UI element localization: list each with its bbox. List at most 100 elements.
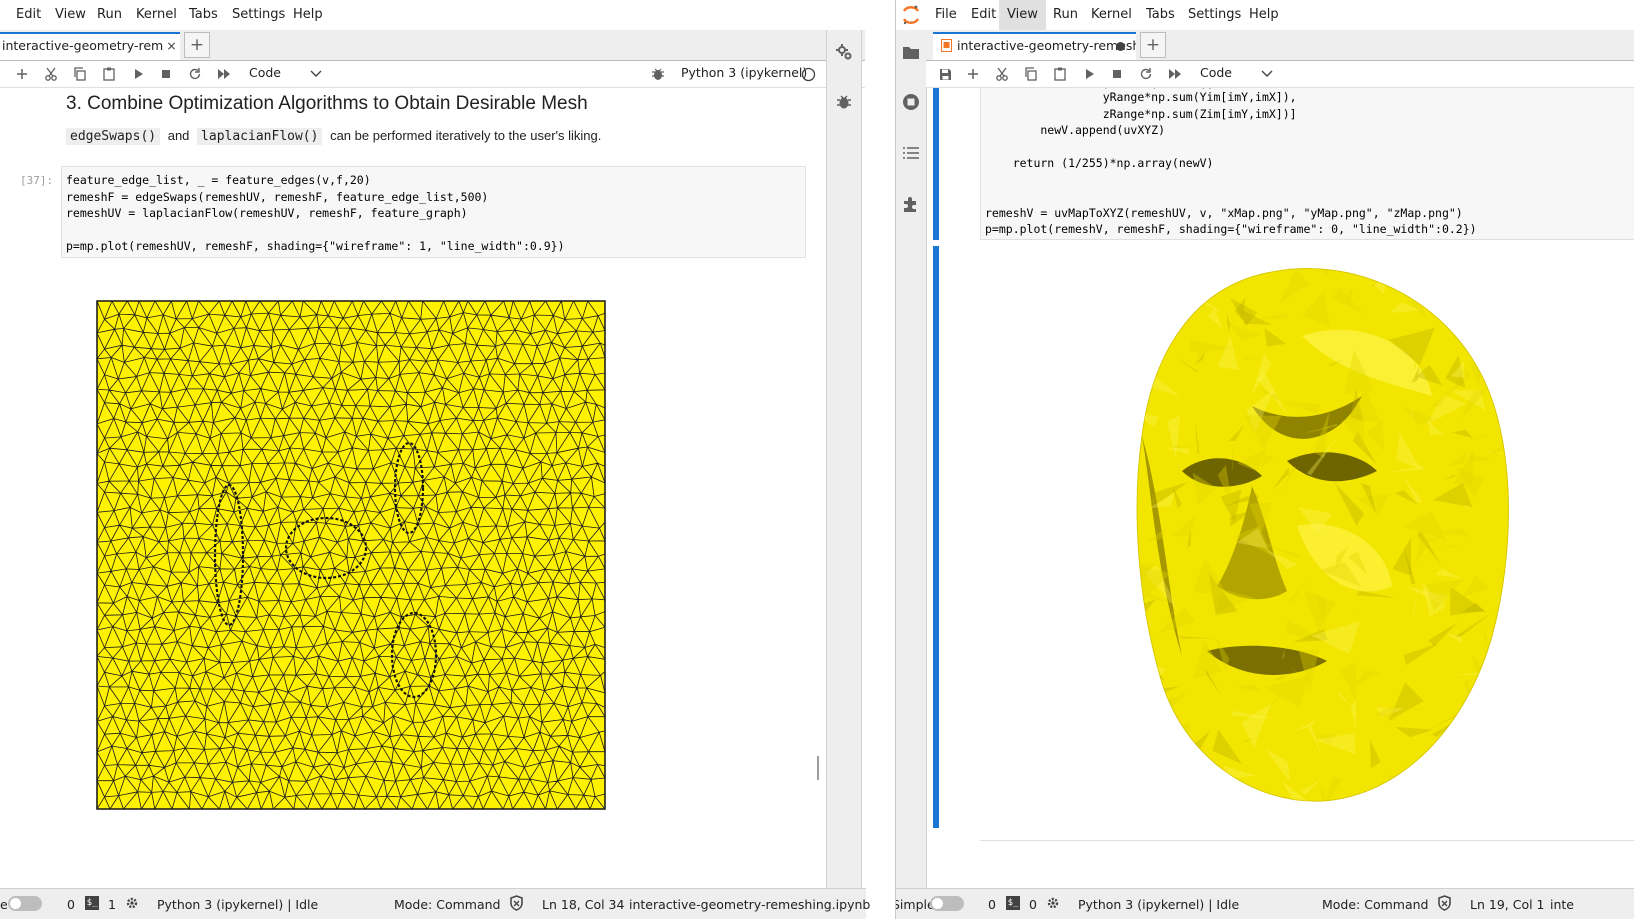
extension-manager-icon[interactable] [896,190,926,218]
table-of-contents-icon[interactable] [896,139,926,167]
new-tab-button[interactable]: + [1140,32,1166,58]
code-cell[interactable]: feature_edge_list, _ = feature_edges(v,f… [61,166,806,258]
close-icon[interactable]: × [163,34,180,58]
notebook-content: 3. Combine Optimization Algorithms to Ob… [0,88,822,858]
3d-face-mesh-plot[interactable] [1122,256,1542,816]
status-kernels-count[interactable]: 1 [108,897,116,912]
markdown-heading: 3. Combine Optimization Algorithms to Ob… [66,93,588,114]
menu-help[interactable]: Help [291,7,325,22]
tab-title: interactive-geometry-remesh [957,38,1136,53]
add-cell-icon[interactable] [11,64,33,84]
cell-type-select[interactable]: Code [249,65,281,80]
para-and: and [167,128,190,143]
menu-view[interactable]: View [999,0,1046,30]
status-kernels-count[interactable]: 0 [1029,897,1037,912]
code-cell[interactable]: [ [ ], yRange*np.sum(Yim[imY,imX]), zRan… [980,88,1634,240]
menu-tabs[interactable]: Tabs [187,7,220,22]
simple-mode-toggle[interactable] [930,896,964,911]
status-kernel[interactable]: Python 3 (ipykernel) | Idle [157,897,318,912]
debugger-icon[interactable] [827,88,861,116]
running-sessions-icon[interactable] [896,88,926,116]
kernel-name[interactable]: Python 3 (ipykernel) [681,65,807,80]
restart-icon[interactable] [184,64,206,84]
active-cell-bar[interactable] [933,88,939,240]
fast-forward-icon[interactable] [213,64,235,84]
left-menubar: Edit View Run Kernel Tabs Settings Help [0,0,896,31]
copy-icon[interactable] [1020,64,1042,84]
menu-tabs[interactable]: Tabs [1144,7,1177,22]
status-cursor-position[interactable]: Ln 18, Col 34 [542,897,624,912]
cut-icon[interactable] [991,64,1013,84]
run-icon[interactable] [127,64,149,84]
face-facet [1182,759,1201,799]
chevron-down-icon[interactable] [305,64,327,84]
stop-icon[interactable] [1106,64,1128,84]
menu-edit[interactable]: Edit [14,7,43,22]
menu-kernel[interactable]: Kernel [134,7,179,22]
restart-icon[interactable] [1135,64,1157,84]
unsaved-indicator-icon[interactable] [1116,42,1125,51]
face-facet [1409,269,1420,289]
face-facet [1461,695,1491,739]
shield-icon[interactable] [1437,895,1452,914]
terminal-icon: $_ [85,896,99,910]
menu-view[interactable]: View [53,7,88,22]
chevron-down-icon[interactable] [1256,64,1278,84]
stop-icon[interactable] [155,64,177,84]
output-scrollbar[interactable] [817,756,819,780]
menu-settings[interactable]: Settings [1186,7,1243,22]
face-facet [1151,268,1158,274]
status-terminals-count[interactable]: 0 [67,897,75,912]
menu-kernel[interactable]: Kernel [1089,7,1134,22]
fast-forward-icon[interactable] [1164,64,1186,84]
menu-run[interactable]: Run [1051,7,1080,22]
face-facet [1474,289,1489,302]
notebook-tab[interactable]: interactive-geometry-remesh [933,32,1136,60]
status-kernel[interactable]: Python 3 (ipykernel) | Idle [1078,897,1239,912]
face-facet [1142,302,1184,330]
status-terminals-count[interactable]: 0 [988,897,996,912]
face-facet [1137,756,1165,771]
notebook-tab[interactable]: interactive-geometry-remesh × [0,32,180,60]
cut-icon[interactable] [40,64,62,84]
code-line: p=mp.plot(remeshUV, remeshF, shading={"w… [66,238,801,255]
folder-icon[interactable] [896,38,926,66]
left-tabbar: interactive-geometry-remesh × + [0,30,866,61]
menu-settings[interactable]: Settings [230,7,287,22]
menu-edit[interactable]: Edit [969,7,998,22]
output-cell-bar[interactable] [933,246,939,828]
property-inspector-icon[interactable] [827,38,861,66]
face-facet [1463,706,1480,735]
menu-run[interactable]: Run [95,7,124,22]
notebook-toolbar: Code Python 3 (ipykernel) [0,61,866,88]
left-right-sidebar [826,30,862,889]
right-notebook-pane: File Edit View Run Kernel Tabs Settings … [896,0,1634,919]
save-icon[interactable] [934,64,956,84]
status-cursor-position[interactable]: Ln 19, Col 1 [1470,897,1545,912]
add-cell-icon[interactable] [962,64,984,84]
face-facet [1436,769,1462,799]
run-icon[interactable] [1078,64,1100,84]
menu-file[interactable]: File [933,7,959,22]
code-text: feature_edge_list, _ = feature_edges(v,f… [66,173,371,187]
cell-type-select[interactable]: Code [1200,65,1232,80]
face-facet [1382,268,1406,276]
menu-help[interactable]: Help [1247,7,1281,22]
next-cell-placeholder[interactable] [980,840,1634,858]
paste-icon[interactable] [98,64,120,84]
copy-icon[interactable] [69,64,91,84]
face-facet [1137,731,1146,752]
debugger-icon[interactable] [647,64,669,84]
wireframe-mesh-plot[interactable] [96,300,606,810]
code-text: remeshF = edgeSwaps(remeshUV, remeshF, f… [66,189,489,204]
face-facet [1137,639,1142,662]
shield-icon[interactable] [509,895,524,914]
left-sidebar [896,30,927,889]
new-tab-button[interactable]: + [184,32,210,58]
simple-mode-toggle[interactable] [8,896,42,911]
status-filename: interactive-geometry-remeshing.ipynb [629,897,871,912]
paste-icon[interactable] [1049,64,1071,84]
